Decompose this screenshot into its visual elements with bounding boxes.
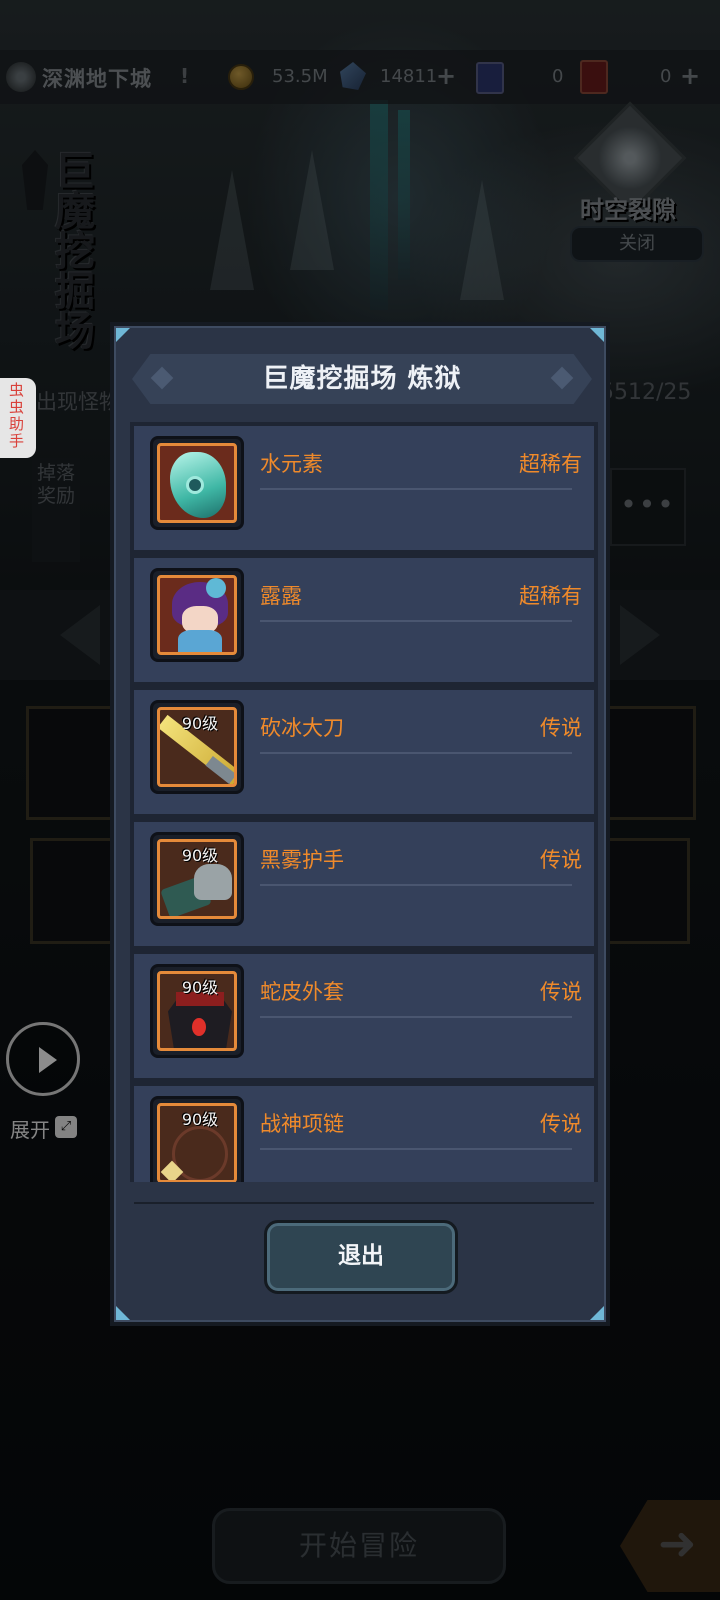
divider	[260, 488, 572, 490]
item-name: 水元素	[260, 452, 323, 476]
item-name: 黑雾护手	[260, 848, 344, 872]
list-item[interactable]: 90级 砍冰大刀 传说	[134, 690, 594, 814]
item-rarity: 传说	[540, 980, 582, 1004]
corner-ornament	[116, 1306, 130, 1320]
exit-button[interactable]: 退出	[264, 1220, 458, 1294]
drop-list-dialog: 巨魔挖掘场 炼狱 水元素 超稀有 露露 超稀有 90级 砍冰大刀 传说 90级 …	[110, 322, 610, 1326]
item-rarity: 超稀有	[519, 584, 582, 608]
water-elemental-icon	[157, 443, 237, 523]
item-icon-frame: 90级	[150, 1096, 244, 1182]
list-item[interactable]: 露露 超稀有	[134, 558, 594, 682]
dialog-title: 巨魔挖掘场 炼狱	[262, 364, 462, 394]
corner-ornament	[590, 1306, 604, 1320]
item-rarity: 传说	[540, 716, 582, 740]
item-level: 90级	[181, 714, 219, 733]
item-icon-frame	[150, 568, 244, 662]
gauntlet-icon: 90级	[157, 839, 237, 919]
item-name: 蛇皮外套	[260, 980, 344, 1004]
assistant-tab[interactable]: 虫虫助手	[0, 378, 36, 458]
item-rarity: 传说	[540, 1112, 582, 1136]
ice-blade-icon: 90级	[157, 707, 237, 787]
item-level: 90级	[181, 1110, 219, 1129]
necklace-icon: 90级	[157, 1103, 237, 1182]
item-icon-frame: 90级	[150, 964, 244, 1058]
list-item[interactable]: 水元素 超稀有	[134, 426, 594, 550]
list-item[interactable]: 90级 黑雾护手 传说	[134, 822, 594, 946]
item-level: 90级	[181, 978, 219, 997]
item-rarity: 传说	[540, 848, 582, 872]
divider	[260, 1148, 572, 1150]
divider	[260, 620, 572, 622]
snakeskin-coat-icon: 90级	[157, 971, 237, 1051]
item-icon-frame	[150, 436, 244, 530]
corner-ornament	[590, 328, 604, 342]
item-name: 露露	[260, 584, 302, 608]
item-icon-frame: 90级	[150, 700, 244, 794]
divider	[260, 884, 572, 886]
list-item[interactable]: 90级 战神项链 传说	[134, 1086, 594, 1182]
item-level: 90级	[181, 846, 219, 865]
corner-ornament	[116, 328, 130, 342]
item-rarity: 超稀有	[519, 452, 582, 476]
lulu-icon	[157, 575, 237, 655]
dialog-header: 巨魔挖掘场 炼狱	[132, 354, 592, 404]
list-item[interactable]: 90级 蛇皮外套 传说	[134, 954, 594, 1078]
divider	[260, 1016, 572, 1018]
divider	[260, 752, 572, 754]
item-name: 砍冰大刀	[260, 716, 344, 740]
item-name: 战神项链	[260, 1112, 344, 1136]
footer-divider	[134, 1202, 594, 1204]
item-icon-frame: 90级	[150, 832, 244, 926]
reward-list[interactable]: 水元素 超稀有 露露 超稀有 90级 砍冰大刀 传说 90级 黑雾护手 传说 9…	[130, 422, 598, 1182]
